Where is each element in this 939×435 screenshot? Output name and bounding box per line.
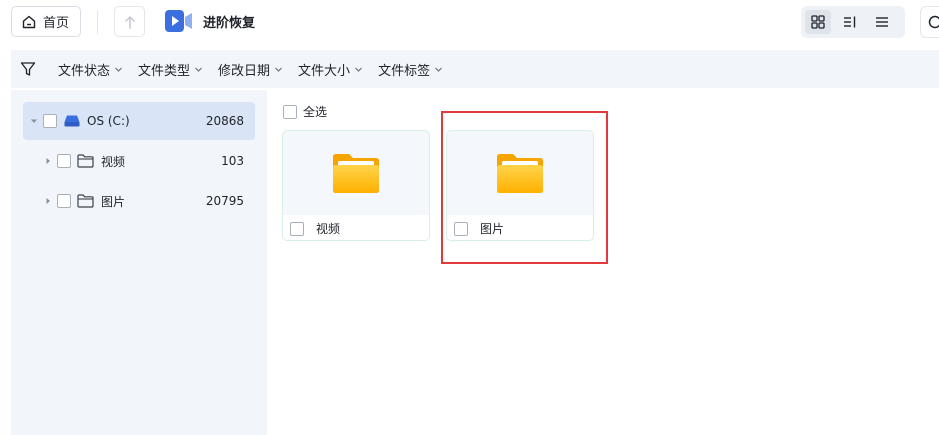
- select-all-checkbox[interactable]: [283, 104, 297, 119]
- tree-item-count: 20868: [205, 114, 244, 128]
- arrow-up-icon: [124, 15, 135, 29]
- tree-item-videos[interactable]: 视频 103: [37, 142, 255, 180]
- filter-file-tag[interactable]: 文件标签: [378, 60, 443, 79]
- filter-modified-date[interactable]: 修改日期: [218, 60, 283, 79]
- top-bar: 首页 进阶恢复: [0, 0, 939, 46]
- filter-file-status[interactable]: 文件状态: [58, 60, 123, 79]
- home-label: 首页: [43, 16, 70, 31]
- page-title-wrap: 进阶恢复: [165, 9, 255, 33]
- caret-down-icon[interactable]: [29, 116, 39, 126]
- tree-checkbox[interactable]: [57, 194, 71, 208]
- drive-icon: [64, 115, 80, 127]
- filter-label: 修改日期: [218, 63, 271, 79]
- tree-item-label: OS (C:): [87, 114, 130, 128]
- filter-label: 文件类型: [138, 63, 191, 79]
- folder-card-videos[interactable]: 视频: [282, 130, 430, 241]
- detail-view-button[interactable]: [837, 10, 863, 34]
- tree-checkbox[interactable]: [57, 154, 71, 168]
- caret-right-icon[interactable]: [43, 196, 53, 206]
- filter-label: 文件状态: [58, 63, 111, 79]
- tree-item-count: 103: [221, 154, 244, 168]
- grid-icon: [811, 15, 825, 29]
- list-view-button[interactable]: [869, 10, 895, 34]
- chevron-down-icon: [275, 67, 282, 72]
- home-icon: [22, 15, 36, 28]
- tree-item-count: 20795: [205, 194, 244, 208]
- tree-item-pictures[interactable]: 图片 20795: [37, 182, 255, 220]
- chevron-down-icon: [115, 67, 122, 72]
- chevron-down-icon: [195, 67, 202, 72]
- home-button[interactable]: 首页: [11, 6, 81, 37]
- filter-label: 文件大小: [298, 63, 351, 79]
- tree-checkbox[interactable]: [43, 114, 57, 128]
- card-label: 视频: [316, 222, 341, 236]
- select-all-label: 全选: [303, 105, 328, 119]
- folder-icon: [77, 194, 94, 208]
- up-button[interactable]: [114, 6, 145, 37]
- filter-icon[interactable]: [20, 61, 36, 77]
- grid-view-button[interactable]: [805, 10, 831, 34]
- chevron-down-icon: [355, 67, 362, 72]
- card-footer: 视频: [283, 215, 429, 240]
- highlight-box: [441, 111, 608, 264]
- caret-right-icon[interactable]: [43, 156, 53, 166]
- select-all-toggle[interactable]: 全选: [283, 103, 327, 120]
- chevron-down-icon: [435, 67, 443, 72]
- search-icon: [928, 15, 939, 29]
- search-button[interactable]: [920, 6, 939, 38]
- toolbar-divider: [97, 10, 98, 34]
- app-window: 首页 进阶恢复 文件状态 文件类型 修改日期 文件大小 文件标签 OS (C:)…: [0, 0, 939, 435]
- folder-icon: [77, 154, 94, 168]
- list-icon: [876, 17, 888, 27]
- filter-file-type[interactable]: 文件类型: [138, 60, 203, 79]
- tree-item-label: 视频: [101, 154, 126, 169]
- video-recovery-icon: [165, 10, 192, 32]
- card-checkbox[interactable]: [290, 221, 304, 236]
- tree-item-drive[interactable]: OS (C:) 20868: [23, 102, 255, 140]
- folder-tree-sidebar: OS (C:) 20868 视频 103 图片 20795: [11, 90, 267, 435]
- detail-list-icon: [844, 16, 856, 28]
- folder-icon: [333, 154, 379, 193]
- filter-bar: 文件状态 文件类型 修改日期 文件大小 文件标签: [11, 50, 939, 88]
- page-title: 进阶恢复: [203, 15, 256, 31]
- filter-file-size[interactable]: 文件大小: [298, 60, 363, 79]
- tree-item-label: 图片: [101, 194, 126, 209]
- filter-label: 文件标签: [378, 63, 431, 79]
- view-mode-switcher: [801, 6, 905, 38]
- card-preview: [283, 131, 429, 215]
